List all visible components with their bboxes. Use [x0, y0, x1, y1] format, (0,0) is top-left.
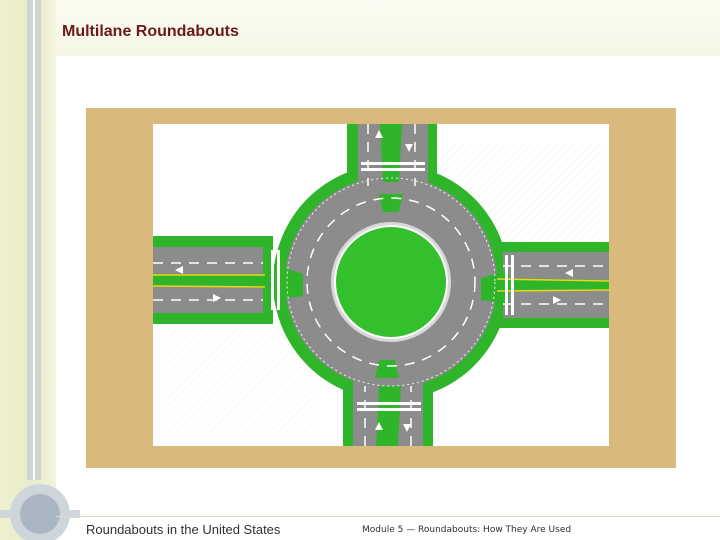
left-roundabout-decor: [0, 0, 80, 540]
footer-divider: [56, 516, 720, 517]
footer-right-text: Module 5 — Roundabouts: How They Are Use…: [362, 525, 572, 535]
footer-left-text: Roundabouts in the United States: [86, 522, 281, 537]
roundabout-plan-svg: [153, 124, 609, 446]
roundabout-diagram: [153, 124, 609, 446]
slide-title: Multilane Roundabouts: [62, 23, 239, 40]
